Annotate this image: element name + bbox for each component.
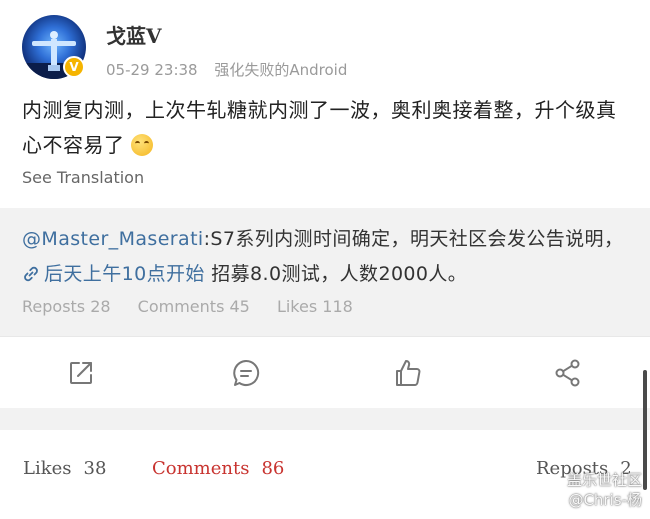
post-meta: 05-29 23:38 强化失败的Android: [106, 59, 347, 80]
repost-comments-count: Comments 45: [137, 297, 250, 316]
repost-text-part2: 招募8.0测试，人数2000人。: [211, 263, 468, 285]
tab-comments-label: Comments: [152, 458, 250, 479]
action-bar: [0, 336, 650, 409]
tab-comments[interactable]: Comments 86: [152, 458, 284, 479]
tab-comments-count: 86: [261, 458, 285, 479]
link-icon: [24, 266, 38, 282]
tab-likes-count: 38: [83, 458, 107, 479]
laughing-crying-emoji-icon: [131, 134, 154, 156]
web-link-label: 后天上午10点开始: [44, 263, 205, 285]
verified-badge-icon: V: [63, 56, 85, 78]
thumbs-up-icon: [396, 360, 421, 386]
see-translation-link[interactable]: See Translation: [22, 168, 144, 187]
repost-stats: Reposts 28 Comments 45 Likes 118: [22, 297, 375, 316]
like-button[interactable]: [388, 353, 428, 393]
web-link[interactable]: 后天上午10点开始: [22, 263, 205, 285]
interaction-tabs: Likes 38 Comments 86 Reposts 2: [0, 430, 650, 519]
section-divider: [0, 408, 650, 430]
tab-likes-label: Likes: [23, 458, 72, 479]
scrollbar[interactable]: [643, 370, 647, 490]
repost-card[interactable]: @Master_Maserati:S7系列内测时间确定，明天社区会发公告说明， 后…: [0, 208, 650, 336]
post-header: V 戈蓝V 05-29 23:38 强化失败的Android: [0, 0, 650, 90]
post-source: 强化失败的Android: [214, 61, 348, 79]
watermark: 盖乐世社区 @Chris-杨: [567, 470, 642, 510]
repost-reposts-count: Reposts 28: [22, 297, 111, 316]
share-button[interactable]: [548, 353, 588, 393]
post-body-text: 内测复内测，上次牛轧糖就内测了一波，奥利奥接着整，升个级真心不容易了: [22, 98, 617, 157]
share-out-button[interactable]: [61, 353, 101, 393]
repost-text-part1: :S7系列内测时间确定，明天社区会发公告说明，: [203, 228, 624, 250]
post-timestamp: 05-29 23:38: [106, 61, 198, 79]
comment-button[interactable]: [226, 353, 266, 393]
repost-text: @Master_Maserati:S7系列内测时间确定，明天社区会发公告说明， 后…: [22, 222, 632, 292]
watermark-line1: 盖乐世社区: [566, 471, 642, 489]
external-share-icon: [70, 362, 92, 384]
mention-link[interactable]: @Master_Maserati: [22, 228, 204, 250]
repost-likes-count: Likes 118: [276, 297, 353, 316]
tab-likes[interactable]: Likes 38: [23, 458, 106, 479]
share-nodes-icon: [555, 359, 580, 387]
watermark-line2: @Chris-杨: [568, 491, 642, 509]
username[interactable]: 戈蓝V: [106, 20, 162, 49]
post-text: 内测复内测，上次牛轧糖就内测了一波，奥利奥接着整，升个级真心不容易了: [22, 93, 632, 163]
comment-bubble-icon: [233, 359, 260, 386]
